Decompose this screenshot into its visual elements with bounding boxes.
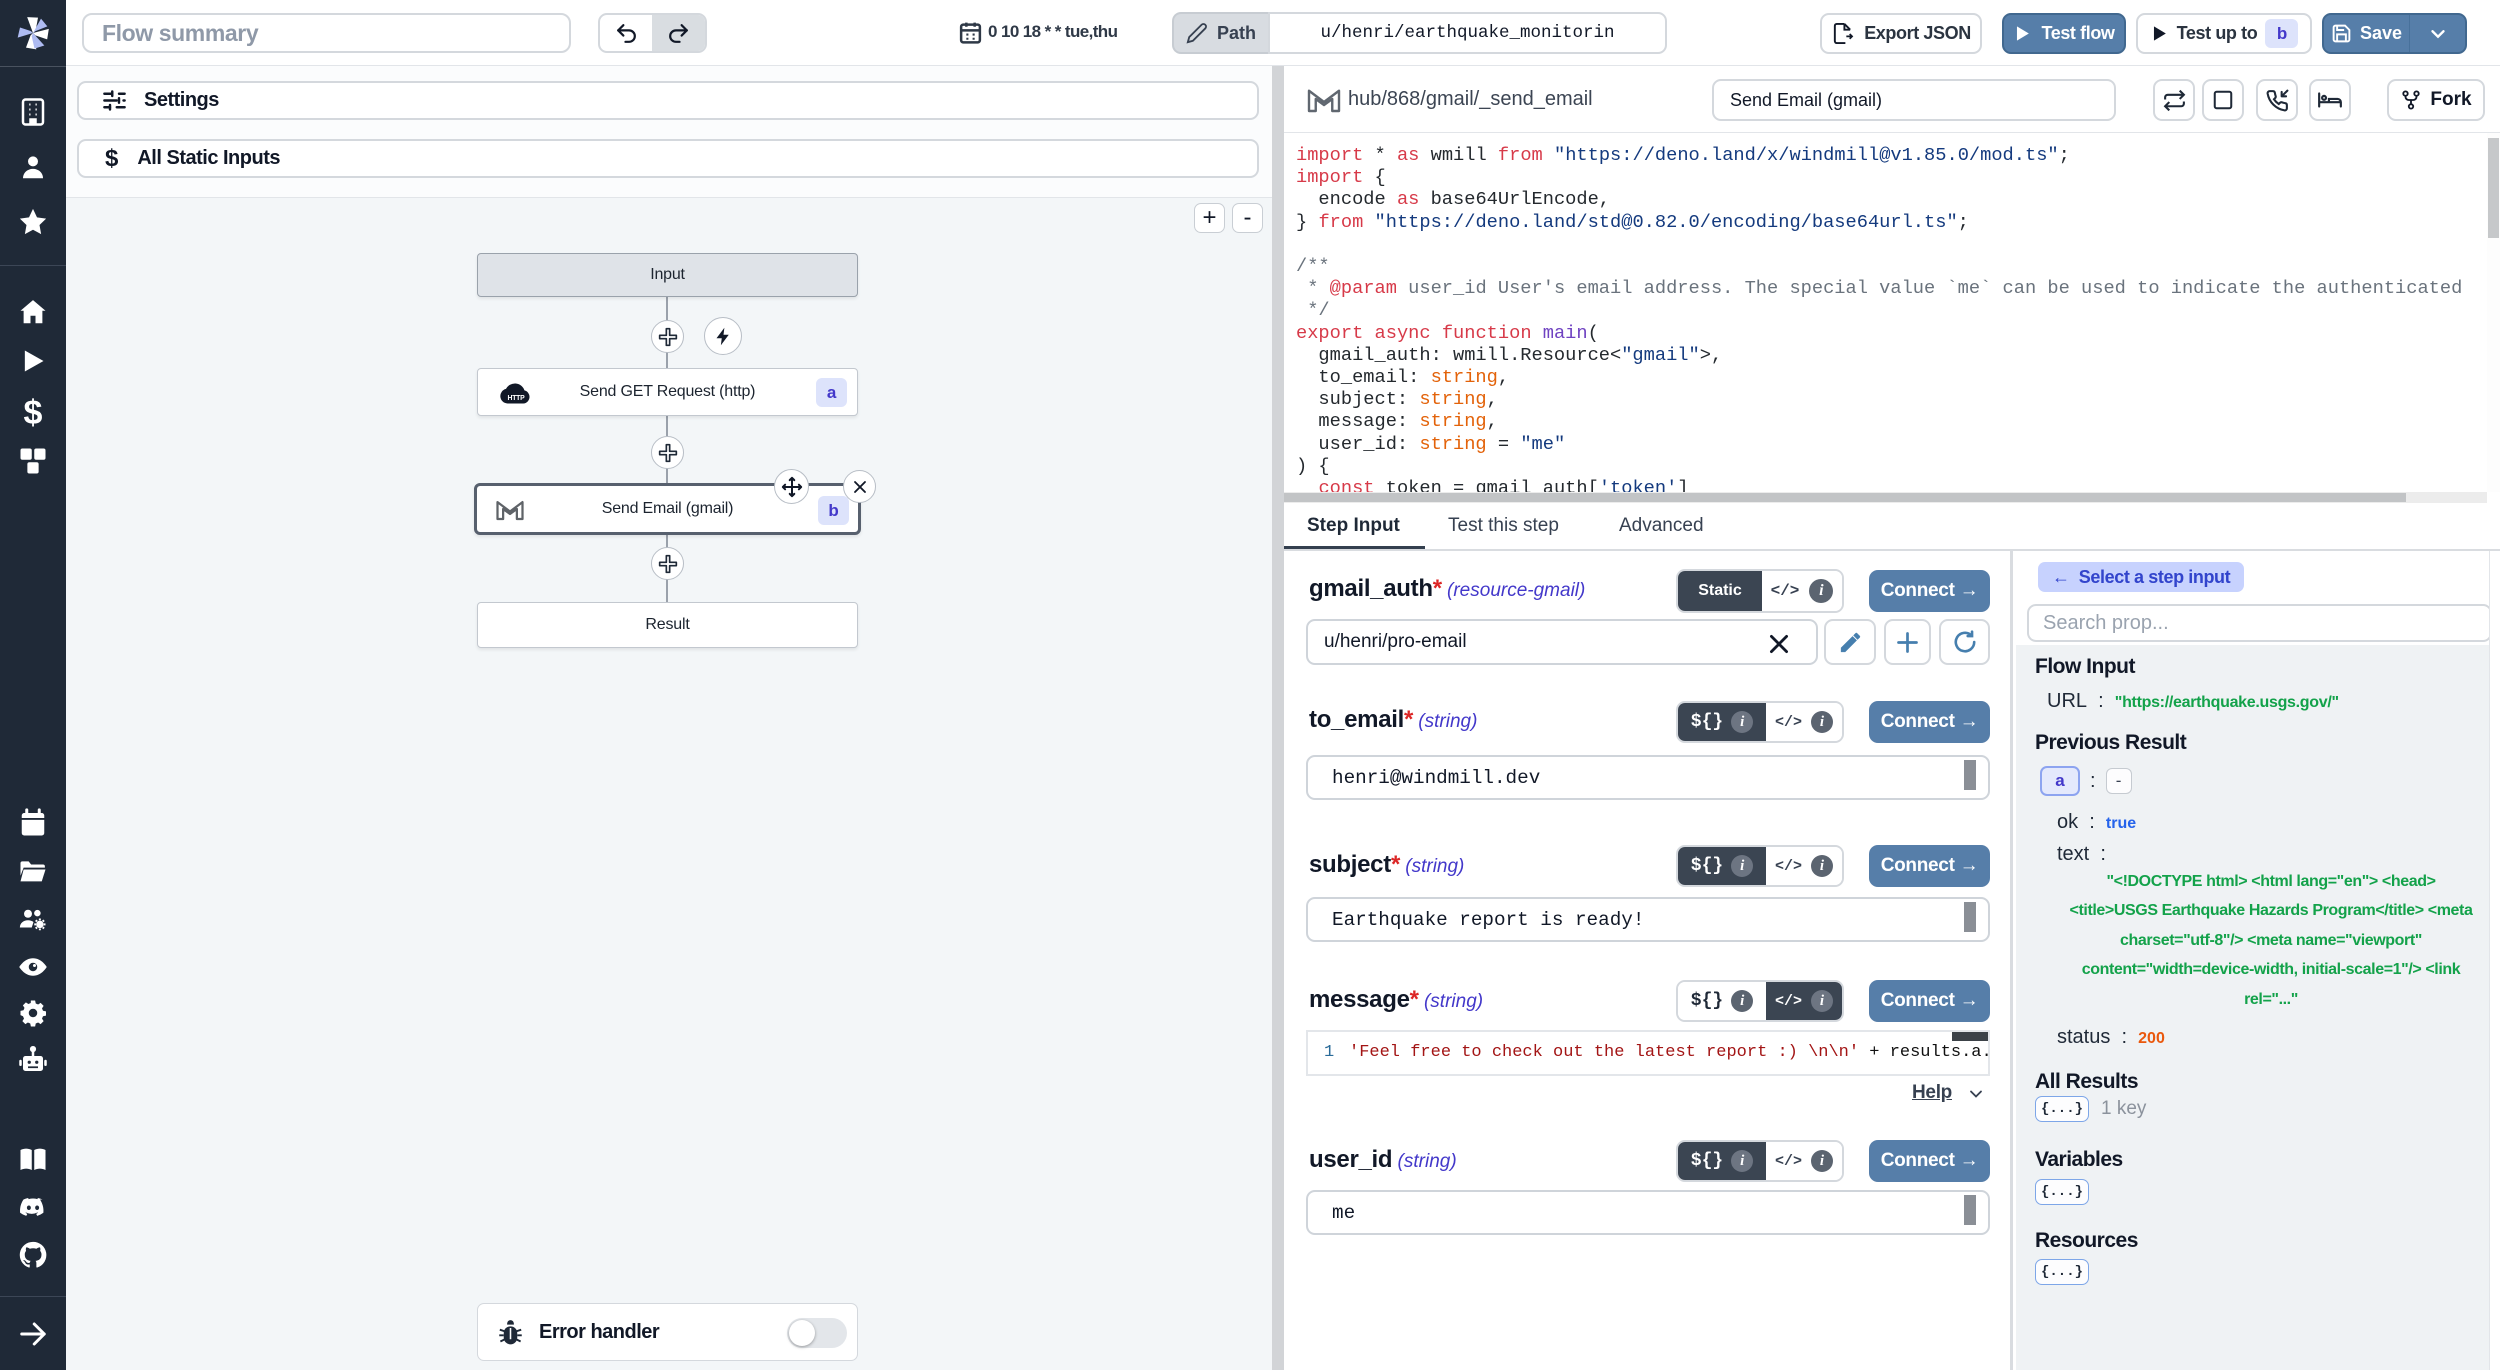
svg-text:HTTP: HTTP bbox=[507, 395, 525, 402]
